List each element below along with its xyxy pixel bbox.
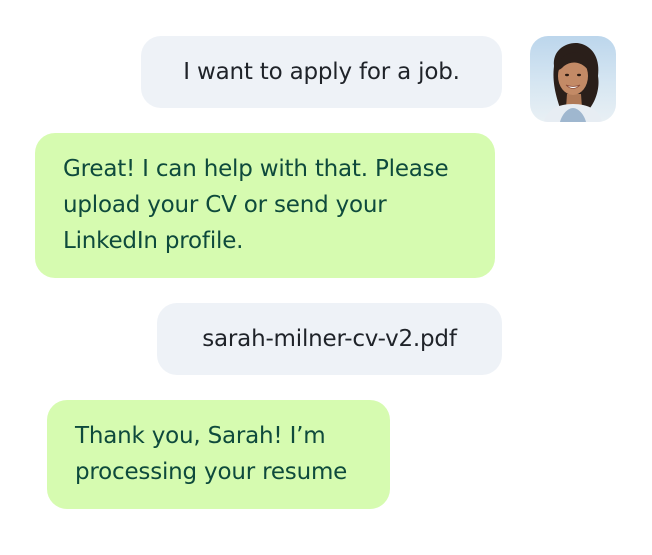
assistant-message-bubble: Thank you, Sarah! I’m processing your re… bbox=[47, 400, 390, 509]
message-text-line: Great! I can help with that. Please bbox=[63, 156, 449, 182]
message-text: I want to apply for a job. bbox=[183, 59, 460, 85]
message-text-line: Thank you, Sarah! I’m bbox=[75, 423, 326, 449]
user-file-message-bubble[interactable]: sarah-milner-cv-v2.pdf bbox=[157, 303, 502, 375]
message-text-line: processing your resume bbox=[75, 459, 348, 485]
message-text-line: upload your CV or send your bbox=[63, 192, 387, 218]
message-text-line: LinkedIn profile. bbox=[63, 228, 244, 254]
attached-file-name[interactable]: sarah-milner-cv-v2.pdf bbox=[202, 321, 457, 357]
user-avatar-image bbox=[544, 42, 602, 122]
user-message-bubble: I want to apply for a job. bbox=[141, 36, 502, 108]
assistant-message-bubble: Great! I can help with that. Please uplo… bbox=[35, 133, 495, 278]
user-avatar bbox=[530, 36, 616, 122]
